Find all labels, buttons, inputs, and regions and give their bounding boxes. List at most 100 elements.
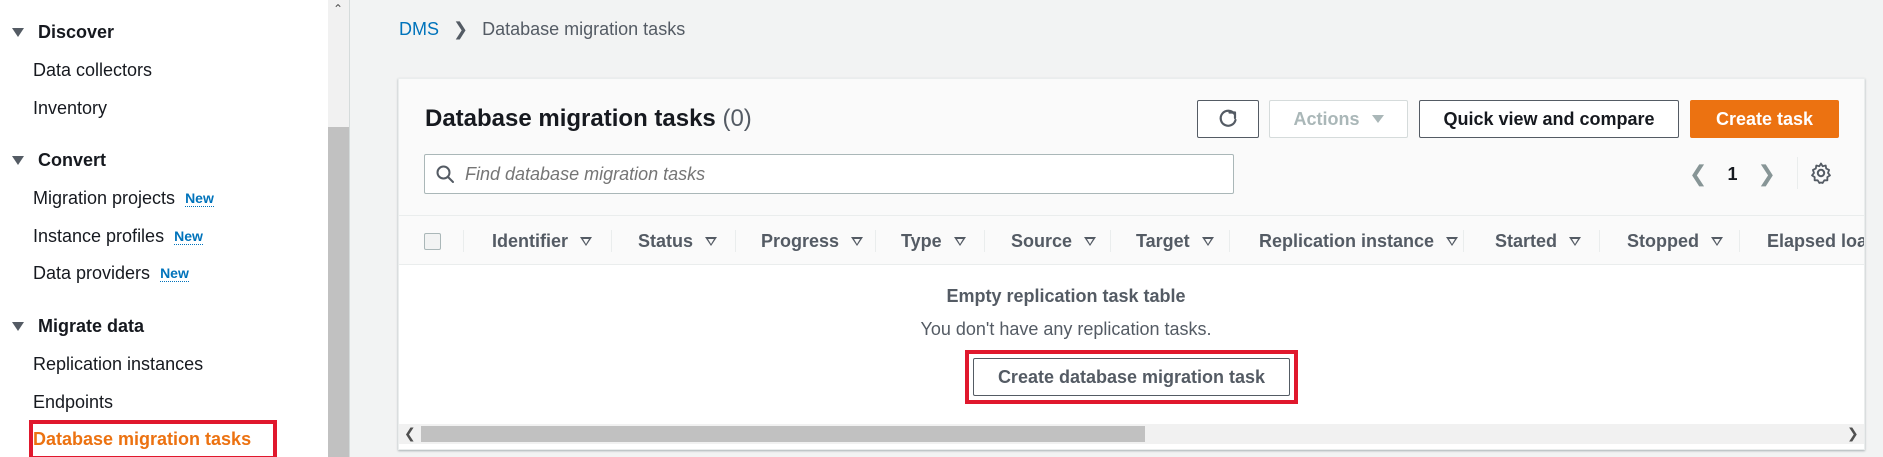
- table-horizontal-scrollbar[interactable]: ❮ ❯: [399, 424, 1864, 444]
- sort-icon: [953, 236, 966, 246]
- scrollbar-thumb[interactable]: [421, 426, 1145, 442]
- side-navigation: Discover Data collectors Inventory Conve…: [0, 0, 328, 457]
- column-divider: [1599, 230, 1600, 252]
- search-icon: [436, 165, 454, 183]
- tasks-table-panel: Database migration tasks (0) Actions Qui…: [398, 78, 1865, 450]
- column-header-identifier[interactable]: Identifier: [492, 216, 593, 266]
- chevron-left-icon[interactable]: ❮: [1689, 161, 1707, 187]
- column-header-started[interactable]: Started: [1495, 216, 1582, 266]
- page-number[interactable]: 1: [1727, 164, 1737, 185]
- page-title: Database migration tasks (0): [425, 105, 752, 133]
- column-label: Started: [1495, 230, 1558, 251]
- nav-highlight-box: [29, 420, 277, 457]
- nav-item-label: Data collectors: [33, 60, 153, 80]
- nav-section-convert[interactable]: Convert: [10, 150, 106, 171]
- sort-icon: [1569, 236, 1582, 246]
- create-task-button[interactable]: Create task: [1690, 100, 1839, 138]
- column-divider: [1229, 230, 1230, 252]
- column-header-elapsed-load[interactable]: Elapsed loa: [1767, 216, 1864, 266]
- search-field[interactable]: [424, 154, 1234, 194]
- pager-divider: [1797, 157, 1798, 189]
- scroll-left-icon[interactable]: ❮: [404, 425, 416, 442]
- refresh-icon: [1219, 109, 1237, 127]
- nav-item-data-providers[interactable]: Data providers New: [33, 263, 189, 284]
- nav-item-migration-projects[interactable]: Migration projects New: [33, 188, 214, 209]
- sidebar-divider: [349, 0, 350, 457]
- column-label: Target: [1136, 230, 1190, 251]
- actions-label: Actions: [1293, 108, 1360, 129]
- scrollbar-thumb[interactable]: [328, 127, 349, 457]
- column-divider: [1110, 230, 1111, 252]
- page-title-text: Database migration tasks: [425, 105, 716, 132]
- button-highlight-box: [965, 350, 1298, 404]
- sort-icon: [1711, 236, 1723, 246]
- empty-state-title: Empty replication task table: [946, 286, 1186, 306]
- quick-view-label: Quick view and compare: [1443, 108, 1655, 129]
- nav-section-label: Convert: [38, 150, 107, 170]
- column-divider: [875, 230, 876, 252]
- breadcrumb: DMS ❯ Database migration tasks: [399, 19, 685, 40]
- actions-dropdown[interactable]: Actions: [1269, 100, 1408, 138]
- nav-item-label: Migration projects: [33, 188, 176, 208]
- app-root: Discover Data collectors Inventory Conve…: [0, 0, 1883, 457]
- nav-section-label: Migrate data: [38, 316, 145, 336]
- column-label: Identifier: [492, 230, 569, 251]
- column-label: Progress: [761, 230, 840, 251]
- nav-item-label: Instance profiles: [33, 226, 165, 246]
- nav-item-label: Replication instances: [33, 354, 204, 374]
- column-header-stopped[interactable]: Stopped: [1627, 216, 1723, 266]
- chevron-down-icon: [12, 322, 24, 331]
- sort-icon: [1084, 236, 1097, 246]
- breadcrumb-current: Database migration tasks: [482, 19, 686, 39]
- column-divider: [611, 230, 612, 252]
- nav-item-label: Endpoints: [33, 392, 114, 412]
- nav-section-migrate-data[interactable]: Migrate data: [10, 316, 144, 337]
- nav-section-discover[interactable]: Discover: [10, 22, 114, 43]
- table-header: Identifier Status Progress Type Source T…: [399, 215, 1864, 265]
- nav-section-label: Discover: [38, 22, 115, 42]
- column-header-progress[interactable]: Progress: [761, 216, 864, 266]
- nav-item-data-collectors[interactable]: Data collectors: [33, 60, 152, 81]
- chevron-right-icon: ❯: [453, 19, 469, 39]
- column-header-status[interactable]: Status: [638, 216, 718, 266]
- chevron-down-icon: [12, 156, 24, 165]
- empty-state-description: You don't have any replication tasks.: [920, 319, 1212, 339]
- column-header-replication-instance[interactable]: Replication instance: [1259, 216, 1459, 266]
- task-count: (0): [722, 105, 752, 132]
- column-divider: [1463, 230, 1464, 252]
- nav-item-label: Inventory: [33, 98, 108, 118]
- scroll-up-icon[interactable]: ⌃: [333, 2, 343, 16]
- column-header-type[interactable]: Type: [901, 216, 966, 266]
- nav-item-label: Data providers: [33, 263, 151, 283]
- create-task-label: Create task: [1715, 108, 1814, 129]
- column-header-target[interactable]: Target: [1136, 216, 1214, 266]
- sort-icon: [851, 236, 864, 246]
- column-label: Stopped: [1627, 230, 1699, 251]
- select-all-checkbox[interactable]: [424, 233, 441, 250]
- column-label: Type: [901, 230, 942, 251]
- new-badge: New: [160, 264, 189, 282]
- nav-item-inventory[interactable]: Inventory: [33, 98, 107, 119]
- nav-item-endpoints[interactable]: Endpoints: [33, 392, 113, 413]
- scroll-right-icon[interactable]: ❯: [1847, 425, 1859, 442]
- column-label: Source: [1011, 230, 1073, 251]
- nav-item-replication-instances[interactable]: Replication instances: [33, 354, 203, 375]
- column-label: Status: [638, 230, 694, 251]
- column-divider: [1739, 230, 1740, 252]
- quick-view-compare-button[interactable]: Quick view and compare: [1419, 100, 1679, 138]
- sidebar-scrollbar[interactable]: ⌃: [328, 0, 349, 457]
- new-badge: New: [185, 189, 214, 207]
- search-input[interactable]: [465, 163, 1225, 185]
- chevron-right-icon[interactable]: ❯: [1757, 161, 1775, 187]
- nav-item-instance-profiles[interactable]: Instance profiles New: [33, 226, 203, 247]
- settings-gear-icon[interactable]: [1809, 161, 1833, 185]
- pagination: ❮ 1 ❯: [1689, 161, 1776, 187]
- column-divider: [735, 230, 736, 252]
- sort-icon: [1446, 236, 1459, 246]
- sort-icon: [1201, 236, 1214, 246]
- column-header-source[interactable]: Source: [1011, 216, 1097, 266]
- refresh-button[interactable]: [1197, 100, 1259, 138]
- breadcrumb-dms-link[interactable]: DMS: [399, 19, 439, 40]
- column-divider: [463, 230, 464, 252]
- sort-icon: [580, 236, 593, 246]
